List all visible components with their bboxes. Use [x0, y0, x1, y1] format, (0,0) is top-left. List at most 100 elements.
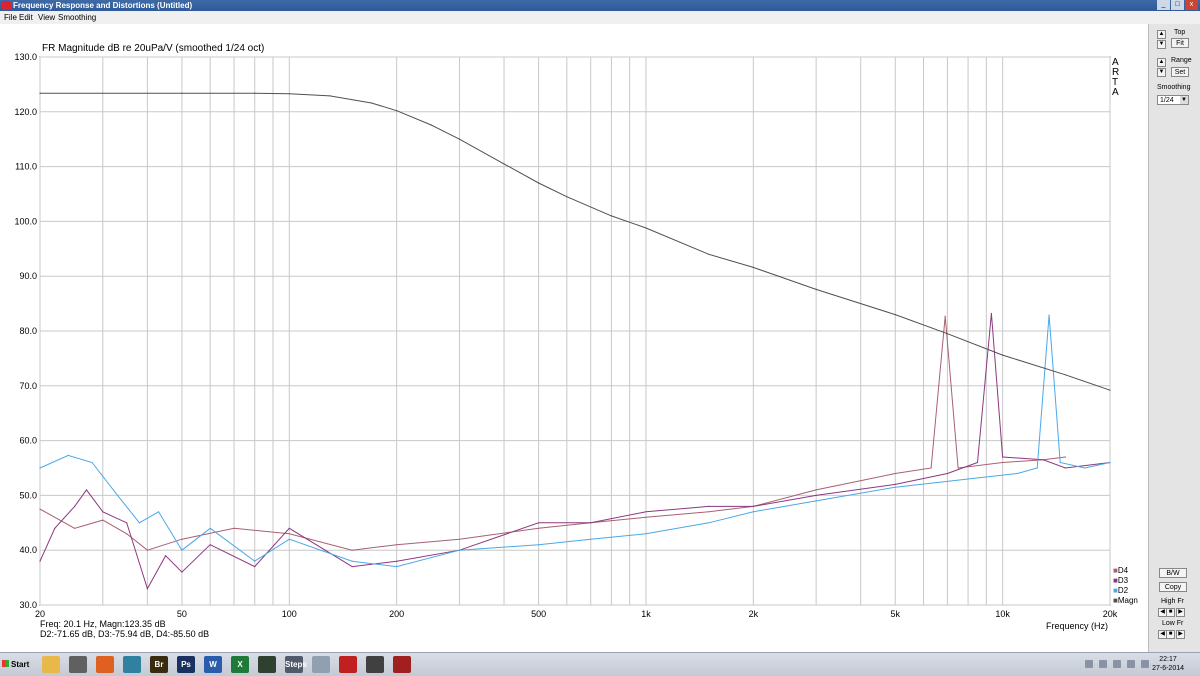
firefox-icon[interactable] [96, 656, 114, 673]
x-tick-label: 20 [35, 609, 45, 619]
cursor-readout: Freq: 20.1 Hz, Magn:123.35 dB [40, 619, 166, 629]
data-point-d4 [288, 533, 290, 535]
fit-button[interactable]: Fit [1171, 38, 1189, 48]
data-point-d2 [590, 538, 592, 540]
data-point-magn [181, 92, 183, 94]
chart-title: FR Magnitude dB re 20uPa/V (smoothed 1/2… [42, 43, 264, 54]
steps-icon[interactable]: Steps [285, 656, 307, 673]
data-point-d3 [815, 494, 817, 496]
data-point-magn [39, 92, 41, 94]
high-fr-stop[interactable]: ■ [1166, 608, 1175, 617]
data-point-d3 [126, 522, 128, 524]
data-point-d3 [74, 505, 76, 507]
data-point-d4 [944, 315, 946, 317]
scope-icon[interactable] [258, 656, 276, 673]
data-point-d4 [708, 511, 710, 513]
y-tick-label: 120.0 [14, 107, 37, 117]
data-point-d3 [181, 571, 183, 573]
data-point-d2 [67, 454, 69, 456]
data-point-d4 [458, 538, 461, 540]
clock-date: 27-6-2014 [1152, 665, 1184, 672]
data-point-d4 [126, 533, 128, 535]
high-fr-right[interactable]: ▶ [1176, 608, 1185, 617]
tray-monitor-icon[interactable] [1113, 660, 1121, 668]
control-panel [1148, 24, 1200, 652]
start-button[interactable]: Start [2, 656, 30, 673]
data-point-d3 [590, 522, 592, 524]
excel-icon[interactable]: X [231, 656, 249, 673]
data-point-d4 [39, 508, 41, 510]
data-point-magn [1064, 374, 1066, 376]
minimize-button[interactable]: _ [1157, 0, 1170, 10]
range-down-spin[interactable]: ▼ [1157, 68, 1166, 77]
top-up-spin[interactable]: ▲ [1157, 30, 1166, 39]
tray-flag-icon[interactable] [1099, 660, 1107, 668]
data-point-d2 [181, 549, 183, 551]
x-tick-label: 200 [389, 609, 404, 619]
data-point-d4 [957, 467, 959, 469]
smoothing-select[interactable]: 1/24 ▼ [1157, 95, 1189, 105]
data-point-d4 [233, 527, 235, 529]
data-point-d2 [458, 549, 461, 551]
y-tick-label: 110.0 [15, 162, 37, 172]
lt-icon[interactable] [393, 656, 411, 673]
system-tray: 22:17 27-6-2014 [1073, 654, 1198, 675]
menu-smoothing[interactable]: Smoothing [58, 13, 96, 22]
tray-network-icon[interactable] [1085, 660, 1093, 668]
data-point-d4 [74, 527, 76, 529]
data-point-d3 [708, 505, 710, 507]
bridge-icon[interactable]: Br [150, 656, 168, 673]
data-point-d3 [209, 544, 211, 546]
frequency-chart[interactable]: 130.0 120.0 110.0 100.0 90.0 80.0 70.0 60.0 50.0… [0, 24, 1148, 652]
tray-volume-icon[interactable] [1127, 660, 1135, 668]
data-point-d2 [1109, 461, 1111, 464]
folder-icon[interactable] [42, 656, 60, 673]
data-point-d2 [538, 544, 540, 546]
set-button[interactable]: Set [1171, 67, 1189, 77]
y-tick-label: 60.0 [19, 436, 37, 446]
data-point-d4 [102, 519, 104, 521]
copy-button[interactable]: Copy [1159, 582, 1187, 592]
data-point-d2 [209, 527, 211, 529]
menu-view[interactable]: View [38, 13, 55, 22]
data-point-d2 [1048, 314, 1050, 316]
menu-file[interactable]: File [4, 13, 17, 22]
data-point-magn [396, 110, 398, 112]
data-point-d4 [930, 467, 932, 469]
data-point-d3 [538, 522, 540, 524]
data-point-magn [894, 314, 896, 316]
low-fr-stop[interactable]: ■ [1166, 630, 1175, 639]
photoshop-icon[interactable]: Ps [177, 656, 195, 673]
data-point-d4 [645, 516, 647, 518]
data-point-magn [1002, 354, 1004, 356]
maximize-button[interactable]: □ [1171, 0, 1184, 10]
csp-icon[interactable] [366, 656, 384, 673]
top-down-spin[interactable]: ▼ [1157, 40, 1166, 49]
data-point-magn [538, 182, 540, 184]
tray-power-icon[interactable] [1141, 660, 1149, 668]
photo-icon[interactable] [69, 656, 87, 673]
legend-d4: ■D4 [1113, 566, 1129, 575]
app4-icon[interactable] [123, 656, 141, 673]
arta-icon[interactable] [339, 656, 357, 673]
data-point-d4 [538, 527, 540, 529]
menu-edit[interactable]: Edit [19, 13, 33, 22]
data-point-d3 [990, 312, 993, 315]
range-up-spin[interactable]: ▲ [1157, 58, 1166, 67]
bw-button[interactable]: B/W [1159, 568, 1187, 578]
window-title: Frequency Response and Distortions (Unti… [13, 1, 193, 10]
data-point-magn [288, 93, 290, 95]
word-icon[interactable]: W [204, 656, 222, 673]
range-label: Range [1171, 57, 1192, 64]
x-tick-label: 50 [177, 609, 187, 619]
data-point-d4 [146, 549, 148, 551]
data-point-d2 [138, 522, 140, 524]
data-point-magn [610, 215, 613, 217]
data-point-magn [946, 333, 949, 335]
low-fr-right[interactable]: ▶ [1176, 630, 1185, 639]
clock[interactable]: 22:17 27-6-2014 [1152, 655, 1184, 673]
high-fr-label: High Fr [1161, 598, 1184, 605]
close-button[interactable]: x [1185, 0, 1198, 10]
data-point-d2 [158, 511, 160, 513]
calc-icon[interactable] [312, 656, 330, 673]
